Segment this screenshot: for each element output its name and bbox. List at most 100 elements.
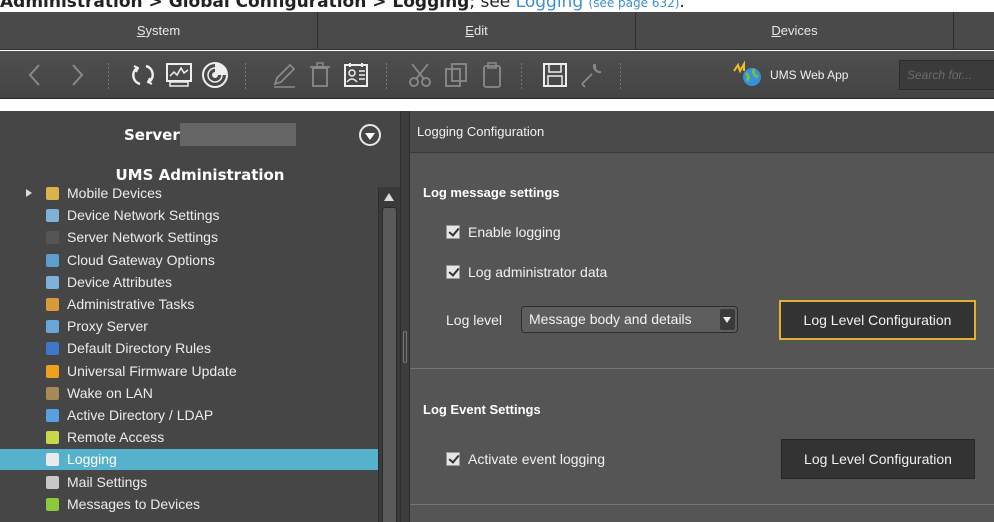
- ums-webapp-button[interactable]: UMS Web App: [730, 59, 890, 91]
- server-name-redacted: [180, 123, 296, 146]
- refresh-button[interactable]: [127, 59, 159, 91]
- tree-item-label[interactable]: Cloud Gateway Options: [67, 252, 215, 268]
- tree-item-label[interactable]: Device Network Settings: [67, 207, 220, 223]
- caption-sep: >: [142, 0, 169, 12]
- tree-item-label[interactable]: Device Attributes: [67, 274, 172, 290]
- delete-button[interactable]: [304, 59, 336, 91]
- log-level-config-button[interactable]: Log Level Configuration: [779, 300, 976, 340]
- tree-item-label[interactable]: Proxy Server: [67, 318, 148, 334]
- menu-more[interactable]: [954, 12, 994, 50]
- section-divider: [410, 368, 994, 369]
- caption-link-text[interactable]: Logging: [516, 0, 583, 12]
- panel-title: UMS Administration: [115, 166, 285, 184]
- activate-event-logging-label[interactable]: Activate event logging: [468, 451, 605, 467]
- webapp-label[interactable]: UMS Web App: [770, 68, 848, 82]
- proxy-icon: [46, 320, 59, 333]
- forward-icon: [72, 64, 84, 86]
- menu-edit-mnemonic[interactable]: E: [465, 23, 474, 38]
- menu-edit[interactable]: Edit: [318, 12, 636, 50]
- tree-item-server-network-settings[interactable]: Server Network Settings: [0, 227, 378, 248]
- enable-logging-label[interactable]: Enable logging: [468, 224, 561, 240]
- tree-item-label[interactable]: Administrative Tasks: [67, 296, 194, 312]
- paste-button[interactable]: [476, 59, 508, 91]
- save-button[interactable]: [539, 59, 571, 91]
- search-input[interactable]: Search for...: [899, 60, 994, 90]
- edit-button[interactable]: [268, 59, 300, 91]
- menu-system-mnemonic[interactable]: S: [137, 23, 146, 38]
- scroll-up-icon[interactable]: [384, 193, 394, 201]
- tree-item-proxy-server[interactable]: Proxy Server: [0, 316, 378, 337]
- tree-item-mail-settings[interactable]: Mail Settings: [0, 472, 378, 493]
- event-level-config-button[interactable]: Log Level Configuration: [781, 439, 975, 479]
- collapse-icon[interactable]: [359, 124, 381, 146]
- scroll-thumb[interactable]: [382, 207, 397, 522]
- logging-icon: [46, 453, 59, 466]
- checkbox-checked-icon[interactable]: [446, 265, 460, 279]
- tree-item-device-attributes[interactable]: Device Attributes: [0, 272, 378, 293]
- tree-item-universal-firmware-update[interactable]: Universal Firmware Update: [0, 361, 378, 382]
- tree-item-wake-on-lan[interactable]: Wake on LAN: [0, 383, 378, 404]
- cloud-gateway-icon: [46, 254, 59, 267]
- menu-devices-rest[interactable]: evices: [781, 23, 818, 38]
- log-level-value[interactable]: Message body and details: [529, 311, 692, 327]
- menu-devices-mnemonic[interactable]: D: [771, 23, 780, 38]
- tree-item-active-directory-ldap[interactable]: Active Directory / LDAP: [0, 405, 378, 426]
- tree-item-label[interactable]: Mail Settings: [67, 474, 147, 490]
- log-level-select[interactable]: Message body and details: [521, 306, 738, 333]
- monitor-button[interactable]: [163, 59, 195, 91]
- back-icon: [28, 64, 40, 86]
- log-admin-data-checkbox[interactable]: Log administrator data: [446, 264, 607, 280]
- logging-config-panel: Logging Configuration Log message settin…: [410, 111, 994, 522]
- server-label: Server: [124, 126, 180, 144]
- tree-item-label[interactable]: Messages to Devices: [67, 496, 200, 512]
- tools-button[interactable]: [575, 59, 607, 91]
- paste-icon: [483, 62, 501, 88]
- panel-header: Logging Configuration: [410, 111, 994, 153]
- menu-devices[interactable]: Devices: [636, 12, 954, 50]
- tree-item-cloud-gateway-options[interactable]: Cloud Gateway Options: [0, 250, 378, 271]
- caption-link[interactable]: Logging (see page 632): [516, 0, 680, 12]
- tree-item-remote-access[interactable]: Remote Access: [0, 427, 378, 448]
- copy-button[interactable]: [440, 59, 472, 91]
- wake-on-lan-icon: [46, 387, 59, 400]
- tree-item-administrative-tasks[interactable]: Administrative Tasks: [0, 294, 378, 315]
- tree-item-label[interactable]: Remote Access: [67, 429, 164, 445]
- properties-button[interactable]: [340, 59, 372, 91]
- cut-button[interactable]: [404, 59, 436, 91]
- checkbox-checked-icon[interactable]: [446, 225, 460, 239]
- menu-system[interactable]: System: [0, 12, 318, 50]
- tree-item-label[interactable]: Logging: [67, 451, 117, 467]
- radar-button[interactable]: [199, 59, 231, 91]
- menu-system-rest[interactable]: ystem: [146, 23, 181, 38]
- tree-scrollbar[interactable]: [378, 187, 400, 522]
- tree-item-label[interactable]: Server Network Settings: [67, 229, 218, 245]
- tree-item-logging[interactable]: Logging: [0, 449, 378, 470]
- expand-arrow-icon[interactable]: [26, 189, 32, 197]
- tree-item-label[interactable]: Mobile Devices: [67, 187, 162, 201]
- splitter-grip[interactable]: [403, 331, 407, 363]
- back-button[interactable]: [20, 59, 52, 91]
- forward-button[interactable]: [60, 59, 92, 91]
- tree-item-device-network-settings[interactable]: Device Network Settings: [0, 205, 378, 226]
- chevron-down-icon[interactable]: [720, 309, 735, 330]
- caption-link-page[interactable]: (see page 632): [589, 0, 680, 10]
- caption-prefix: Administration: [0, 0, 143, 12]
- messages-icon: [46, 498, 59, 511]
- enable-logging-checkbox[interactable]: Enable logging: [446, 224, 561, 240]
- tree-item-messages-to-devices[interactable]: Messages to Devices: [0, 494, 378, 515]
- tree-item-label[interactable]: Active Directory / LDAP: [67, 407, 213, 423]
- firmware-icon: [46, 365, 59, 378]
- checkbox-checked-icon[interactable]: [446, 452, 460, 466]
- tree-item-default-directory-rules[interactable]: Default Directory Rules: [0, 338, 378, 359]
- tree-item-mobile-devices[interactable]: Mobile Devices: [0, 187, 378, 204]
- tree-item-label[interactable]: Universal Firmware Update: [67, 363, 237, 379]
- activate-event-logging-checkbox[interactable]: Activate event logging: [446, 451, 605, 467]
- caption-end: .: [679, 0, 685, 12]
- properties-icon: [344, 63, 368, 87]
- tree-item-label[interactable]: Wake on LAN: [67, 385, 153, 401]
- tree-item-label[interactable]: Default Directory Rules: [67, 340, 211, 356]
- menu-edit-rest[interactable]: dit: [474, 23, 488, 38]
- device-attributes-icon: [46, 276, 59, 289]
- log-admin-data-label[interactable]: Log administrator data: [468, 264, 607, 280]
- panel-splitter[interactable]: [400, 111, 410, 522]
